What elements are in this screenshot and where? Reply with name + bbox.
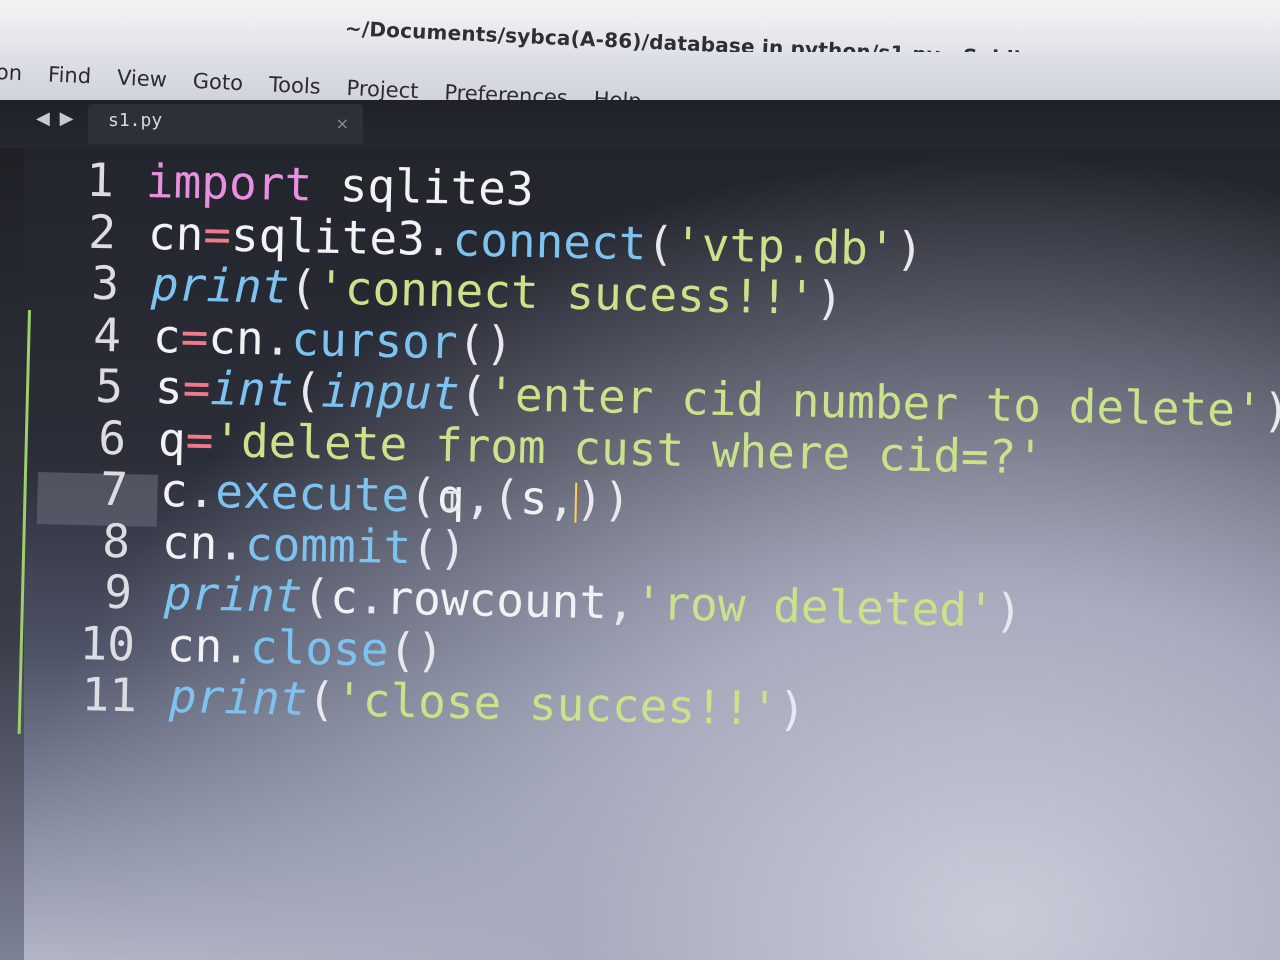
code-token: c — [159, 462, 189, 518]
menu-bar: onFindViewGotoToolsProjectPreferencesHel… — [0, 52, 1280, 113]
code-token: ( — [646, 215, 675, 271]
code-token: ) — [777, 681, 807, 737]
code-token: print — [150, 256, 290, 314]
menu-item-view[interactable]: View — [117, 66, 168, 92]
line-number: 4 — [92, 307, 122, 362]
code-token: cn — [147, 205, 205, 261]
code-token: q — [156, 411, 186, 467]
screen-left-edge — [0, 148, 24, 960]
code-token: () — [387, 622, 445, 678]
code-token: ) — [994, 583, 1024, 638]
code-token: sqlite3 — [230, 207, 426, 266]
code-token: ( — [459, 366, 489, 421]
code-token: = — [203, 206, 232, 262]
line-number: 7 — [99, 461, 129, 517]
tab-close-icon[interactable]: × — [336, 114, 349, 133]
code-token: commit — [244, 516, 412, 574]
tab-nav-arrows-icon[interactable]: ◀ ▶ — [36, 108, 75, 129]
code-token: 'vtp.db' — [673, 216, 897, 276]
code-token: cn — [207, 309, 265, 365]
line-number: 1 — [85, 152, 115, 208]
code-token: 'row deleted' — [634, 575, 996, 638]
code-token: () — [410, 519, 468, 575]
code-token: , — [606, 575, 636, 630]
mouse-ibeam-icon: ⌶ — [441, 480, 463, 519]
code-token: close — [249, 619, 389, 677]
code-token: ( — [302, 568, 332, 624]
code-token: execute — [214, 464, 410, 523]
code-token: ( — [306, 671, 336, 727]
line-number: 10 — [78, 615, 136, 671]
tab-label: s1.py — [108, 110, 163, 131]
code-token: . — [263, 310, 292, 366]
line-number: 6 — [97, 410, 127, 465]
code-token: . — [221, 618, 251, 674]
line-number: 5 — [94, 358, 124, 414]
code-token: . — [186, 463, 216, 519]
code-token: = — [184, 412, 214, 467]
menu-item-on[interactable]: on — [0, 60, 23, 85]
code-token: int — [210, 361, 295, 417]
line-number: 9 — [104, 564, 133, 620]
code-token: ( — [491, 469, 521, 525]
code-token: cn — [161, 514, 219, 570]
code-token: = — [180, 309, 209, 364]
window-titlebar: ~/Documents/sybca(A-86)/database in pyth… — [0, 0, 1280, 84]
code-token: ( — [408, 468, 438, 523]
code-token: () — [456, 314, 514, 371]
tab-s1-py[interactable]: s1.py × — [88, 104, 363, 144]
code-token: 'close succes!!' — [334, 672, 779, 736]
line-number: 11 — [81, 667, 138, 723]
line-number: 3 — [90, 255, 120, 311]
code-token: ) — [814, 270, 844, 326]
code-token: ( — [288, 259, 318, 315]
code-token: s — [519, 470, 549, 526]
code-token: connect — [452, 211, 648, 270]
code-token: )) — [574, 471, 632, 527]
code-token: . — [216, 515, 246, 571]
code-token: ( — [293, 362, 322, 418]
code-token: import — [145, 153, 313, 212]
code-token: sqlite3 — [311, 157, 535, 217]
code-token: s — [154, 359, 184, 415]
menu-item-goto[interactable]: Goto — [192, 69, 243, 95]
code-token: c — [329, 569, 359, 625]
code-token: cn — [166, 617, 223, 673]
code-token: cursor — [290, 311, 459, 369]
line-number: 8 — [101, 513, 131, 568]
code-token: rowcount — [385, 570, 609, 630]
code-token: . — [424, 211, 454, 266]
code-token: print — [163, 565, 304, 623]
line-number: 2 — [88, 204, 117, 259]
code-token: )) — [1262, 383, 1280, 439]
code-token: = — [182, 360, 212, 416]
code-token: c — [152, 308, 182, 364]
code-token: ) — [895, 221, 925, 276]
code-token: , — [546, 471, 576, 526]
code-token: , — [463, 469, 493, 524]
code-token: input — [320, 363, 461, 421]
menu-item-find[interactable]: Find — [48, 62, 92, 88]
menu-item-tools[interactable]: Tools — [268, 72, 321, 98]
code-token: print — [168, 668, 309, 726]
code-token: . — [357, 570, 387, 625]
